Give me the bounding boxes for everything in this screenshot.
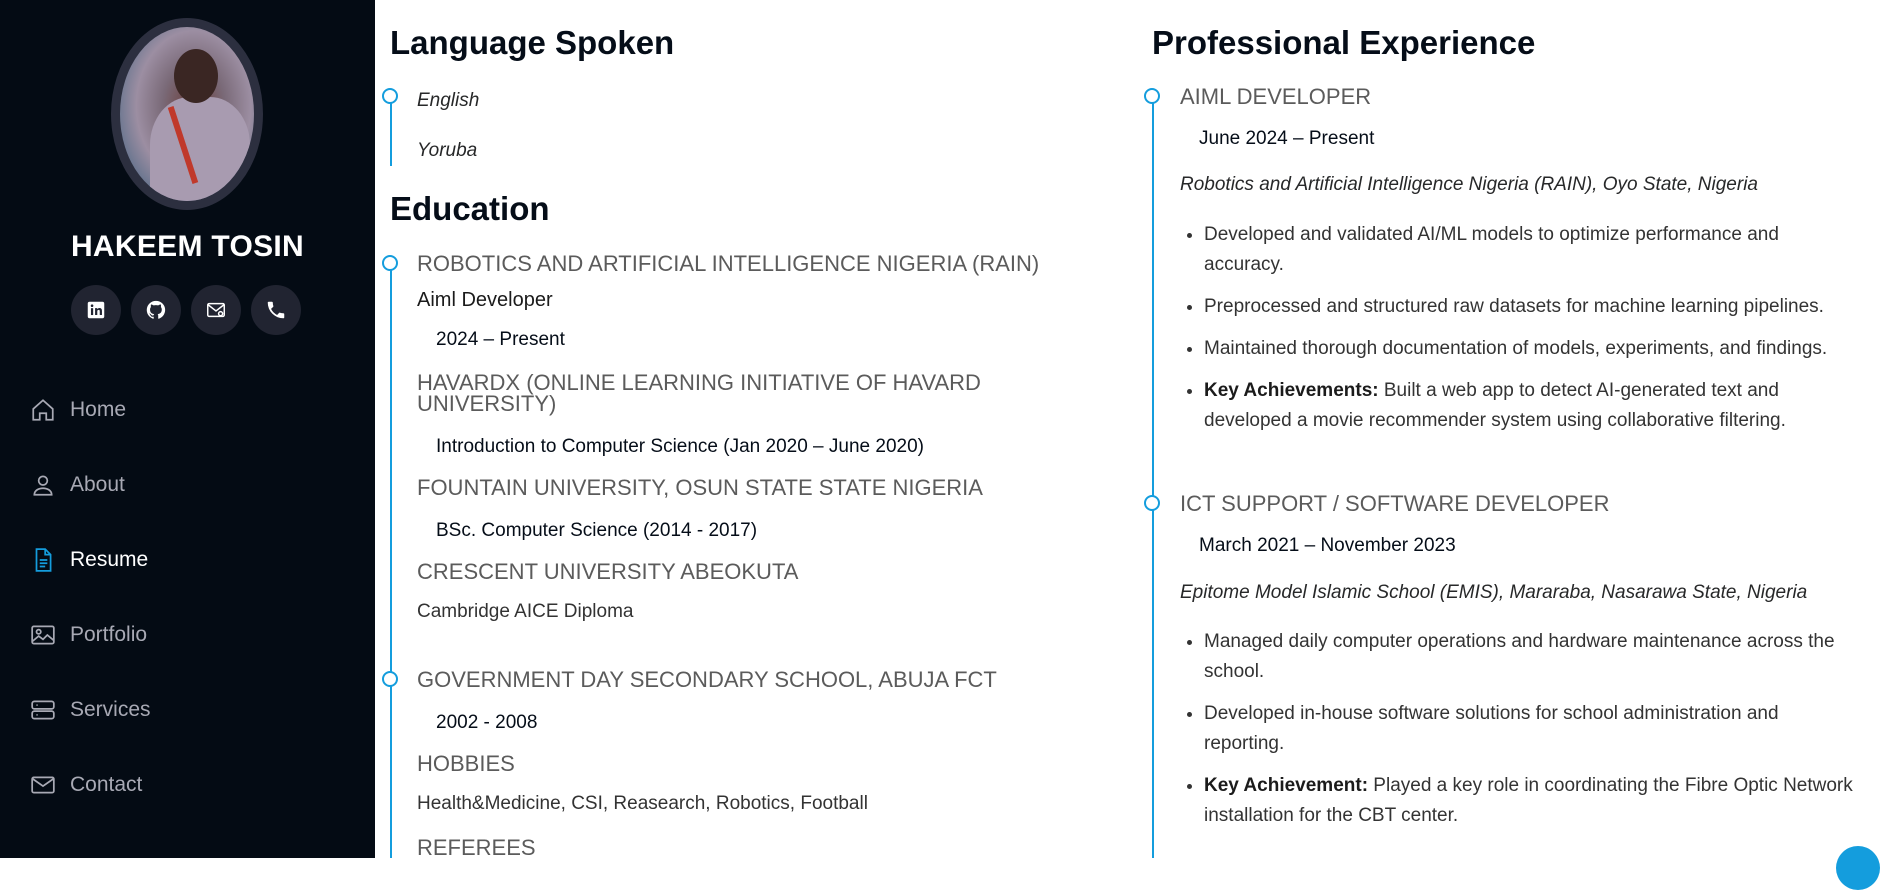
- nav-item-portfolio[interactable]: Portfolio: [30, 597, 151, 672]
- timeline-dot: [1144, 88, 1160, 104]
- github-icon: [146, 300, 166, 319]
- education-org: FOUNTAIN UNIVERSITY, OSUN STATE STATE NI…: [417, 475, 983, 500]
- nav-item-label: About: [70, 472, 125, 496]
- timeline-dot: [1144, 495, 1160, 511]
- linkedin-icon: [87, 301, 105, 319]
- experience-title: Professional Experience: [1152, 24, 1536, 61]
- linkedin-button[interactable]: [71, 285, 121, 335]
- education-org: GOVERNMENT DAY SECONDARY SCHOOL, ABUJA F…: [417, 667, 997, 692]
- profile-name: HAKEEM TOSIN: [70, 230, 305, 263]
- nav-item-services[interactable]: Services: [30, 672, 151, 747]
- nav-item-contact[interactable]: Contact: [30, 747, 151, 822]
- phone-button[interactable]: [251, 285, 301, 335]
- timeline-dot: [382, 671, 398, 687]
- list-item: Developed and validated AI/ML models to …: [1204, 220, 1901, 280]
- nav-item-label: Services: [70, 697, 151, 721]
- list-item: Managed daily computer operations and ha…: [1204, 627, 1901, 687]
- nav-item-label: Portfolio: [70, 622, 148, 646]
- nav-item-resume[interactable]: Resume: [30, 522, 151, 597]
- nav-item-label: Contact: [70, 772, 143, 796]
- envelope-icon: [30, 772, 56, 798]
- education-course: BSc. Computer Science (2014 - 2017): [436, 520, 758, 541]
- timeline-line: [390, 268, 392, 858]
- person-icon: [30, 472, 56, 498]
- job-title: ICT SUPPORT / SOFTWARE DEVELOPER: [1180, 491, 1610, 516]
- language-item: English: [417, 90, 480, 111]
- hobbies-text: Health&Medicine, CSI, Reasearch, Robotic…: [417, 793, 868, 814]
- timeline-dot: [382, 255, 398, 271]
- job-date: March 2021 – November 2023: [1199, 535, 1456, 556]
- phone-icon: [267, 301, 285, 319]
- job-bullets: Managed daily computer operations and ha…: [1178, 627, 1901, 843]
- home-icon: [30, 397, 56, 423]
- social-links: [71, 285, 301, 335]
- list-item: Key Achievements: Built a web app to det…: [1204, 376, 1901, 436]
- job-company: Epitome Model Islamic School (EMIS), Mar…: [1180, 582, 1808, 603]
- list-item: Key Achievement: Played a key role in co…: [1204, 771, 1901, 831]
- github-button[interactable]: [131, 285, 181, 335]
- file-icon: [30, 547, 56, 573]
- images-icon: [30, 622, 56, 648]
- nav-item-label: Resume: [70, 547, 149, 571]
- job-company: Robotics and Artificial Intelligence Nig…: [1180, 174, 1758, 195]
- list-item: Developed in-house software solutions fo…: [1204, 699, 1901, 759]
- list-item: Preprocessed and structured raw datasets…: [1204, 292, 1901, 322]
- timeline-line: [390, 100, 392, 166]
- email-icon: [207, 302, 225, 318]
- profile-avatar: [111, 18, 263, 210]
- list-item: Maintained thorough documentation of mod…: [1204, 334, 1901, 364]
- education-date: 2002 - 2008: [436, 712, 538, 733]
- email-button[interactable]: [191, 285, 241, 335]
- sidebar: HAKEEM TOSIN Home About Resume Portfolio…: [0, 0, 375, 858]
- languages-title: Language Spoken: [390, 24, 675, 61]
- education-org: CRESCENT UNIVERSITY ABEOKUTA: [417, 559, 799, 584]
- job-title: AIML DEVELOPER: [1180, 84, 1372, 109]
- referees-title: REFEREES: [417, 835, 536, 860]
- education-course: Introduction to Computer Science (Jan 20…: [436, 436, 924, 457]
- nav-item-about[interactable]: About: [30, 447, 151, 522]
- education-title: Education: [390, 190, 550, 227]
- education-role: Aiml Developer: [417, 289, 553, 311]
- education-course: Cambridge AICE Diploma: [417, 601, 634, 622]
- nav-item-home[interactable]: Home: [30, 372, 151, 447]
- education-org: ROBOTICS AND ARTIFICIAL INTELLIGENCE NIG…: [417, 251, 1040, 276]
- education-date: 2024 – Present: [436, 329, 565, 350]
- server-icon: [30, 697, 56, 723]
- profile-photo: [120, 27, 254, 201]
- education-org-line2: UNIVERSITY): [417, 391, 557, 416]
- timeline-dot: [382, 88, 398, 104]
- job-date: June 2024 – Present: [1199, 128, 1375, 149]
- language-item: Yoruba: [417, 140, 478, 161]
- job-bullets: Developed and validated AI/ML models to …: [1178, 220, 1901, 448]
- main-nav: Home About Resume Portfolio Services Con…: [30, 372, 151, 822]
- back-to-top-button[interactable]: [1836, 846, 1880, 890]
- nav-item-label: Home: [70, 397, 127, 421]
- hobbies-title: HOBBIES: [417, 751, 515, 776]
- timeline-line: [1152, 100, 1154, 858]
